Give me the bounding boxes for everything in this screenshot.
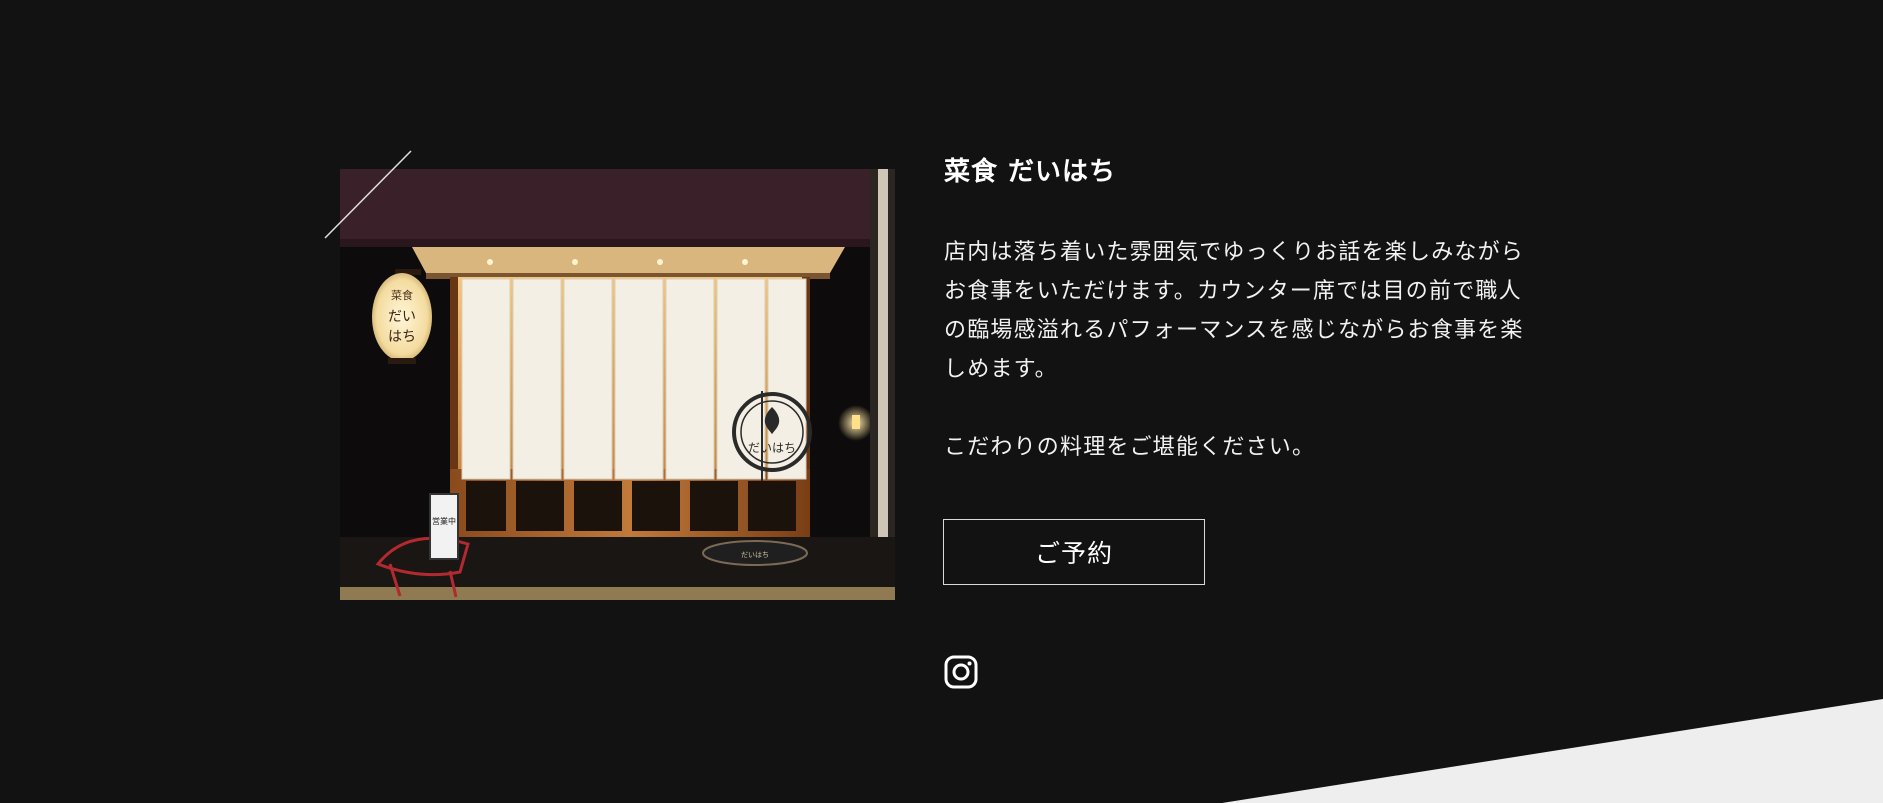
decorative-diagonal-band	[1222, 699, 1883, 803]
storefront-photo: だいはち 菜食 だい はち だいはち 営業中	[340, 169, 895, 600]
shop-description: 店内は落ち着いた雰囲気でゆっくりお話を楽しみながらお食事をいただけます。カウンタ…	[944, 233, 1534, 467]
svg-text:だいはち: だいはち	[741, 551, 769, 559]
instagram-icon[interactable]	[944, 655, 978, 689]
svg-text:はち: はち	[388, 329, 416, 345]
shop-name: 菜食 だいはち	[944, 157, 1117, 187]
description-paragraph-2: こだわりの料理をご堪能ください。	[944, 435, 1316, 460]
description-paragraph-1: 店内は落ち着いた雰囲気でゆっくりお話を楽しみながらお食事をいただけます。カウンタ…	[944, 240, 1525, 382]
svg-text:営業中: 営業中	[432, 516, 456, 526]
reserve-button[interactable]: ご予約	[943, 519, 1205, 585]
svg-text:だいはち: だいはち	[748, 441, 796, 455]
svg-text:菜食: 菜食	[391, 288, 413, 302]
page: だいはち 菜食 だい はち だいはち 営業中 菜食 だいはち 店内は落ち着いた雰…	[0, 0, 1883, 803]
svg-text:だい: だい	[388, 309, 416, 325]
